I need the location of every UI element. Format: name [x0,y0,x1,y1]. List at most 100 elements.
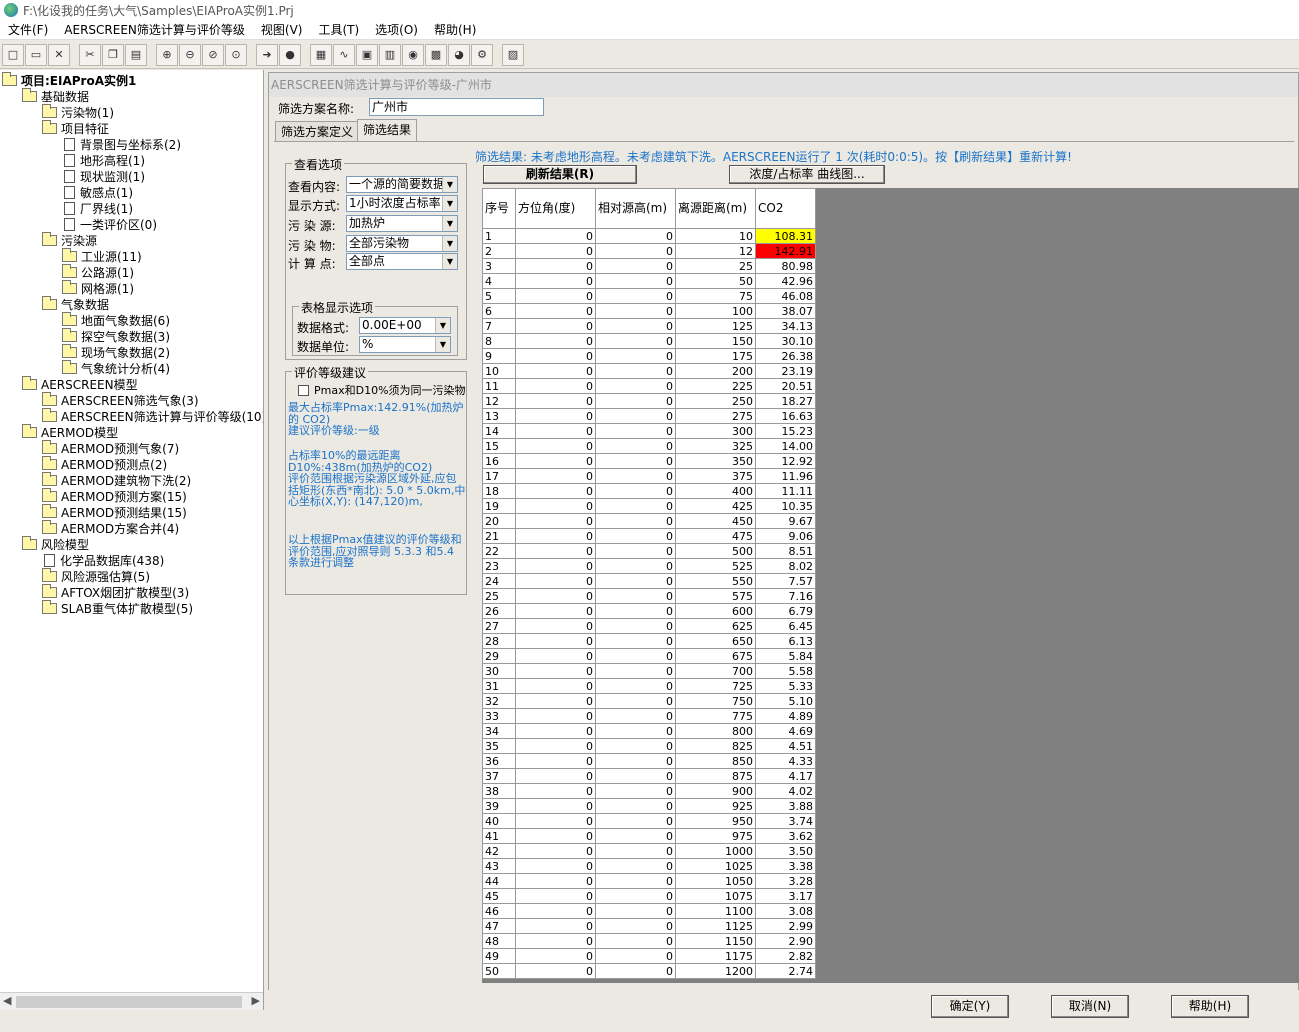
tree-node[interactable]: 污染物(1) [42,103,114,120]
table-cell[interactable]: 0 [595,393,676,409]
table-cell[interactable]: 23 [482,558,516,574]
chevron-down-icon[interactable]: ▼ [442,254,457,269]
table-cell[interactable]: 38 [482,783,516,799]
table-row[interactable]: 35 0 0 825 4.51 [482,738,816,754]
table-cell[interactable]: 450 [675,513,756,529]
table-cell[interactable]: 0 [595,243,676,259]
table-cell[interactable]: 0 [595,378,676,394]
scroll-left-icon[interactable]: ◀ [3,994,11,1007]
tree-node[interactable]: 气象统计分析(4) [62,359,170,376]
tree-node[interactable]: 风险模型 [22,535,89,552]
table-row[interactable]: 44 0 0 1050 3.28 [482,873,816,889]
table-cell[interactable]: 0 [515,333,596,349]
table-cell[interactable]: 1150 [675,933,756,949]
table-cell[interactable]: 10.35 [755,498,816,514]
tree-node[interactable]: AERMOD预测点(2) [42,455,167,472]
table-cell[interactable]: 700 [675,663,756,679]
table-cell[interactable]: 49 [482,948,516,964]
table-cell[interactable]: 0 [515,288,596,304]
table-cell[interactable]: 875 [675,768,756,784]
table-cell[interactable]: 375 [675,468,756,484]
table-cell[interactable]: 33 [482,708,516,724]
chevron-down-icon[interactable]: ▼ [435,337,450,352]
cancel-button[interactable]: 取消(N) [1051,995,1129,1018]
table-cell[interactable]: 3 [482,258,516,274]
table-cell[interactable]: 2.74 [755,963,816,979]
same-pollutant-checkbox[interactable] [298,384,309,396]
table-cell[interactable]: 2 [482,243,516,259]
table-cell[interactable]: 5.10 [755,693,816,709]
table-cell[interactable]: 475 [675,528,756,544]
tree-node[interactable]: AERMOD模型 [22,423,118,440]
table-cell[interactable]: 0 [595,453,676,469]
table-cell[interactable]: 350 [675,453,756,469]
table-cell[interactable]: 41 [482,828,516,844]
table-cell[interactable]: 0 [595,738,676,754]
table-cell[interactable]: 0 [515,843,596,859]
table-cell[interactable]: 18 [482,483,516,499]
table-cell[interactable]: 32 [482,693,516,709]
table-cell[interactable]: 0 [515,423,596,439]
table-cell[interactable]: 0 [595,543,676,559]
table-cell[interactable]: 0 [515,258,596,274]
tree-node[interactable]: AERSCREEN筛选计算与评价等级(10) [42,407,263,424]
table-cell[interactable]: 6.45 [755,618,816,634]
table-cell[interactable]: 0 [515,678,596,694]
tree-node[interactable]: AERSCREEN模型 [22,375,138,392]
table-cell[interactable]: 0 [515,228,596,244]
table-cell[interactable]: 43 [482,858,516,874]
table-cell[interactable]: 0 [595,798,676,814]
table-cell[interactable]: 2.82 [755,948,816,964]
table-cell[interactable]: 0 [515,633,596,649]
table-cell[interactable]: 825 [675,738,756,754]
table-cell[interactable]: 0 [595,753,676,769]
table-cell[interactable]: 0 [595,888,676,904]
menu-item-4[interactable]: 选项(O) [367,21,426,38]
table-cell[interactable]: 5 [482,288,516,304]
tree-node[interactable]: AFTOX烟团扩散模型(3) [42,583,189,600]
table-cell[interactable]: 16 [482,453,516,469]
table-cell[interactable]: 21 [482,528,516,544]
table-cell[interactable]: 0 [515,468,596,484]
table-row[interactable]: 43 0 0 1025 3.38 [482,858,816,874]
table-cell[interactable]: 5.58 [755,663,816,679]
table-row[interactable]: 34 0 0 800 4.69 [482,723,816,739]
tree-node[interactable]: 公路源(1) [62,263,134,280]
table-cell[interactable]: 0 [515,348,596,364]
table-cell[interactable]: 4 [482,273,516,289]
table-cell[interactable]: 0 [515,648,596,664]
table-cell[interactable]: 250 [675,393,756,409]
column-header[interactable]: 序号 [482,188,516,229]
tree-node[interactable]: 现场气象数据(2) [62,343,170,360]
table-cell[interactable]: 0 [515,543,596,559]
table-row[interactable]: 5 0 0 75 46.08 [482,288,816,304]
table-cell[interactable]: 0 [595,678,676,694]
tree-node[interactable]: AERMOD预测方案(15) [42,487,187,504]
table-cell[interactable]: 3.38 [755,858,816,874]
table-row[interactable]: 36 0 0 850 4.33 [482,753,816,769]
table-cell[interactable]: 0 [595,438,676,454]
help-button[interactable]: 帮助(H) [1171,995,1249,1018]
table-cell[interactable]: 12 [482,393,516,409]
stop-icon[interactable]: ● [279,43,301,66]
table-cell[interactable]: 0 [515,693,596,709]
table-cell[interactable]: 0 [595,348,676,364]
table-cell[interactable]: 0 [595,903,676,919]
table-cell[interactable]: 0 [595,558,676,574]
table-cell[interactable]: 0 [595,963,676,979]
table-cell[interactable]: 13 [482,408,516,424]
table-row[interactable]: 41 0 0 975 3.62 [482,828,816,844]
scroll-thumb[interactable] [16,996,242,1008]
table-cell[interactable]: 28 [482,633,516,649]
table-cell[interactable]: 0 [595,918,676,934]
run-icon[interactable]: ➜ [256,43,278,66]
table-cell[interactable]: 125 [675,318,756,334]
table-cell[interactable]: 675 [675,648,756,664]
table-cell[interactable]: 9 [482,348,516,364]
table-cell[interactable]: 0 [515,888,596,904]
table-cell[interactable]: 0 [515,798,596,814]
table-cell[interactable]: 4.02 [755,783,816,799]
column-header[interactable]: 离源距离(m) [675,188,756,229]
table-cell[interactable]: 11.11 [755,483,816,499]
table-cell[interactable]: 6.13 [755,633,816,649]
